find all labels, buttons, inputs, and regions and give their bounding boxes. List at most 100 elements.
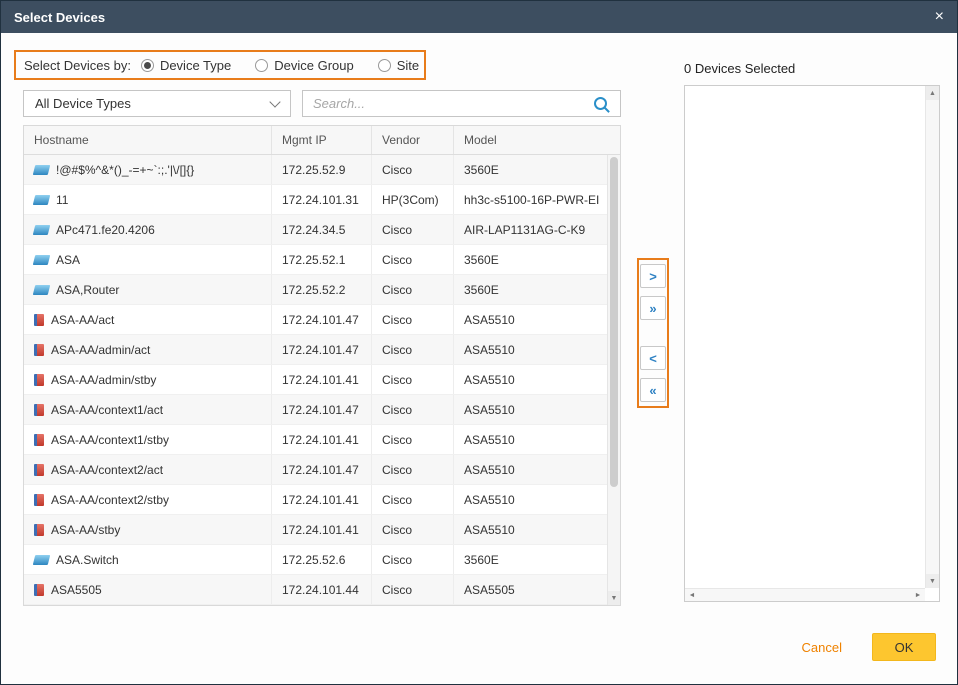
- vendor-cell: Cisco: [372, 425, 454, 454]
- firewall-icon: [34, 584, 44, 596]
- model-cell: AIR-LAP1131AG-C-K9: [454, 215, 607, 244]
- scroll-down-arrow-icon[interactable]: ▼: [926, 574, 939, 588]
- select-devices-by-group: Select Devices by: Device TypeDevice Gro…: [14, 50, 426, 80]
- firewall-icon: [34, 404, 44, 416]
- hostname-text: !@#$%^&*()_-=+~`:;.'|\/[]{}: [56, 163, 194, 177]
- table-row[interactable]: ASA-AA/context1/act172.24.101.47CiscoASA…: [24, 395, 607, 425]
- mgmt-ip-cell: 172.25.52.9: [272, 155, 372, 184]
- column-header-vendor[interactable]: Vendor: [372, 126, 454, 154]
- hostname-cell: ASA-AA/context2/stby: [24, 485, 272, 514]
- column-header-model[interactable]: Model: [454, 126, 620, 154]
- switch-icon: [33, 195, 50, 205]
- mgmt-ip-cell: 172.24.101.31: [272, 185, 372, 214]
- table-body: !@#$%^&*()_-=+~`:;.'|\/[]{}172.25.52.9Ci…: [24, 155, 607, 605]
- model-cell: ASA5510: [454, 425, 607, 454]
- hostname-cell: ASA-AA/stby: [24, 515, 272, 544]
- model-cell: 3560E: [454, 245, 607, 274]
- selected-devices-count: 0 Devices Selected: [684, 61, 795, 76]
- search-box: [302, 90, 621, 117]
- hostname-cell: ASA-AA/admin/stby: [24, 365, 272, 394]
- scrollbar-thumb[interactable]: [610, 157, 618, 487]
- radio-option-device-group[interactable]: Device Group: [255, 58, 353, 73]
- device-type-dropdown-value: All Device Types: [35, 96, 131, 111]
- selected-horizontal-scrollbar[interactable]: ◄ ►: [685, 588, 925, 601]
- radio-button-icon[interactable]: [141, 59, 154, 72]
- hostname-cell: 11: [24, 185, 272, 214]
- hostname-text: ASA-AA/admin/stby: [51, 373, 156, 387]
- remove-all-button[interactable]: «: [640, 378, 666, 402]
- table-row[interactable]: !@#$%^&*()_-=+~`:;.'|\/[]{} 172.25.52.9Ci…: [24, 155, 607, 185]
- remove-button[interactable]: <: [640, 346, 666, 370]
- table-row[interactable]: ASA-AA/stby172.24.101.41CiscoASA5510: [24, 515, 607, 545]
- table-row[interactable]: ASA-AA/context2/stby172.24.101.41CiscoAS…: [24, 485, 607, 515]
- selected-vertical-scrollbar[interactable]: ▲ ▼: [925, 86, 939, 588]
- search-input[interactable]: [303, 96, 594, 111]
- column-header-hostname[interactable]: Hostname: [24, 126, 272, 154]
- switch-icon: [33, 285, 50, 295]
- radio-option-device-type[interactable]: Device Type: [141, 58, 231, 73]
- vendor-cell: Cisco: [372, 455, 454, 484]
- dialog-body: Select Devices by: Device TypeDevice Gro…: [1, 33, 957, 684]
- table-row[interactable]: ASA-AA/admin/stby172.24.101.41CiscoASA55…: [24, 365, 607, 395]
- vendor-cell: Cisco: [372, 515, 454, 544]
- scroll-down-arrow-icon[interactable]: ▼: [608, 591, 620, 605]
- hostname-cell: ASA: [24, 245, 272, 274]
- firewall-icon: [34, 524, 44, 536]
- cancel-button[interactable]: Cancel: [802, 640, 842, 655]
- add-button[interactable]: >: [640, 264, 666, 288]
- table-row[interactable]: ASA172.25.52.1Cisco3560E: [24, 245, 607, 275]
- table-row[interactable]: ASA-AA/context2/act172.24.101.47CiscoASA…: [24, 455, 607, 485]
- radio-option-label: Site: [397, 58, 419, 73]
- table-row[interactable]: ASA5505172.24.101.44CiscoASA5505: [24, 575, 607, 605]
- column-header-mgmt-ip[interactable]: Mgmt IP: [272, 126, 372, 154]
- radio-option-site[interactable]: Site: [378, 58, 419, 73]
- vendor-cell: Cisco: [372, 155, 454, 184]
- hostname-cell: ASA-AA/context1/stby: [24, 425, 272, 454]
- hostname-cell: ASA-AA/context2/act: [24, 455, 272, 484]
- table-row[interactable]: ASA-AA/context1/stby 172.24.101.41CiscoAS…: [24, 425, 607, 455]
- switch-icon: [33, 225, 50, 235]
- search-icon[interactable]: [594, 97, 607, 110]
- table-row[interactable]: ASA-AA/act172.24.101.47CiscoASA5510: [24, 305, 607, 335]
- model-cell: 3560E: [454, 275, 607, 304]
- close-icon[interactable]: ×: [935, 9, 944, 25]
- selected-devices-list[interactable]: ▲ ▼ ◄ ►: [684, 85, 940, 602]
- dialog-footer: Cancel OK: [802, 633, 936, 661]
- table-row[interactable]: 11172.24.101.31HP(3Com)hh3c-s5100-16P-PW…: [24, 185, 607, 215]
- scroll-left-arrow-icon[interactable]: ◄: [685, 589, 699, 601]
- table-row[interactable]: ASA-AA/admin/act172.24.101.47CiscoASA551…: [24, 335, 607, 365]
- mgmt-ip-cell: 172.25.52.2: [272, 275, 372, 304]
- hostname-cell: ASA5505: [24, 575, 272, 604]
- model-cell: ASA5510: [454, 515, 607, 544]
- radio-button-icon[interactable]: [378, 59, 391, 72]
- table-row[interactable]: ASA.Switch172.25.52.6Cisco3560E: [24, 545, 607, 575]
- model-cell: ASA5510: [454, 365, 607, 394]
- mgmt-ip-cell: 172.24.34.5: [272, 215, 372, 244]
- firewall-icon: [34, 374, 44, 386]
- scroll-up-arrow-icon[interactable]: ▲: [926, 86, 939, 100]
- model-cell: ASA5505: [454, 575, 607, 604]
- table-vertical-scrollbar[interactable]: ▼: [607, 155, 620, 605]
- vendor-cell: Cisco: [372, 485, 454, 514]
- model-cell: ASA5510: [454, 335, 607, 364]
- add-all-button[interactable]: »: [640, 296, 666, 320]
- vendor-cell: Cisco: [372, 575, 454, 604]
- hostname-text: ASA-AA/context1/stby: [51, 433, 169, 447]
- table-header: HostnameMgmt IPVendorModel: [24, 126, 620, 155]
- scroll-right-arrow-icon[interactable]: ►: [911, 589, 925, 601]
- table-row[interactable]: ASA,Router172.25.52.2Cisco3560E: [24, 275, 607, 305]
- firewall-icon: [34, 314, 44, 326]
- firewall-icon: [34, 344, 44, 356]
- mgmt-ip-cell: 172.25.52.6: [272, 545, 372, 574]
- mgmt-ip-cell: 172.24.101.41: [272, 425, 372, 454]
- switch-icon: [33, 255, 50, 265]
- vendor-cell: Cisco: [372, 275, 454, 304]
- mgmt-ip-cell: 172.25.52.1: [272, 245, 372, 274]
- ok-button[interactable]: OK: [872, 633, 936, 661]
- hostname-cell: ASA-AA/admin/act: [24, 335, 272, 364]
- table-row[interactable]: APc471.fe20.4206172.24.34.5CiscoAIR-LAP1…: [24, 215, 607, 245]
- model-cell: ASA5510: [454, 455, 607, 484]
- device-type-dropdown[interactable]: All Device Types: [23, 90, 291, 117]
- hostname-text: ASA-AA/stby: [51, 523, 120, 537]
- radio-button-icon[interactable]: [255, 59, 268, 72]
